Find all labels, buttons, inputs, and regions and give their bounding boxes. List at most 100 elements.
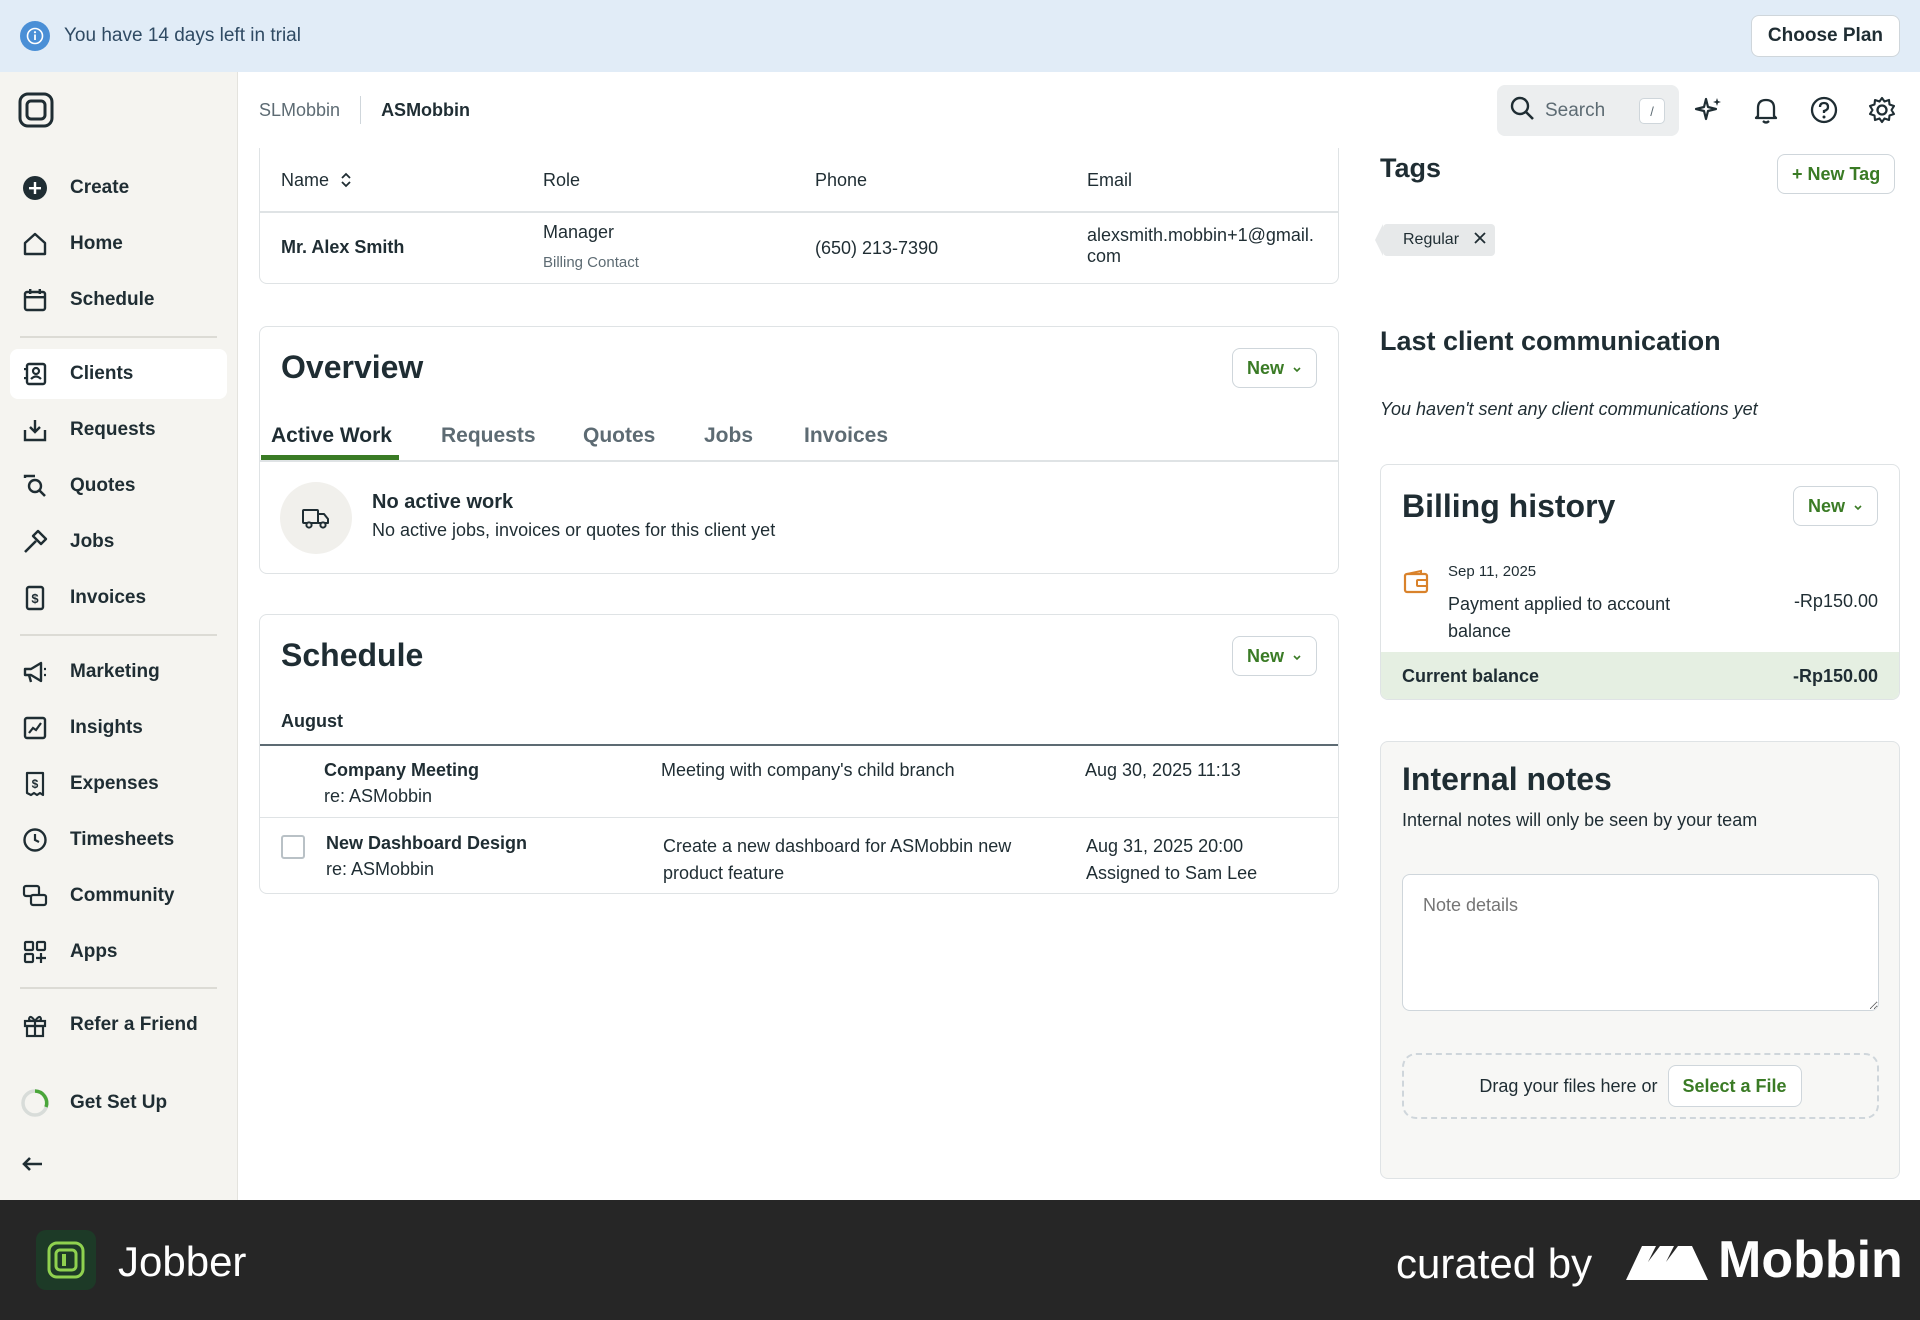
sidebar-item-get-set-up[interactable]: Get Set Up xyxy=(10,1078,227,1128)
progress-ring-icon xyxy=(20,1088,50,1118)
tags-title: Tags xyxy=(1380,153,1442,183)
sidebar-item-jobs[interactable]: Jobs xyxy=(10,517,227,567)
choose-plan-button[interactable]: Choose Plan xyxy=(1750,15,1900,57)
visit-title: Company Meeting xyxy=(324,760,480,780)
sidebar-item-insights[interactable]: Insights xyxy=(10,703,227,753)
search-input[interactable]: Search / xyxy=(1497,85,1679,136)
schedule-card: Schedule New August Company Meeting re: … xyxy=(259,614,1339,894)
contact-name[interactable]: Mr. Alex Smith xyxy=(281,237,404,258)
sparkle-icon[interactable] xyxy=(1691,92,1727,128)
sidebar-item-label: Quotes xyxy=(70,475,136,496)
overview-new-button[interactable]: New xyxy=(1231,348,1317,388)
collapse-sidebar-button[interactable] xyxy=(10,1139,60,1189)
svg-text:$: $ xyxy=(31,591,39,606)
communication-empty-text: You haven't sent any client communicatio… xyxy=(1380,399,1758,419)
help-icon[interactable] xyxy=(1806,92,1842,128)
new-tag-button[interactable]: + New Tag xyxy=(1777,154,1896,194)
billing-new-button[interactable]: New xyxy=(1792,486,1878,526)
sidebar-item-label: Requests xyxy=(70,419,156,440)
sidebar-item-label: Home xyxy=(70,233,123,254)
breadcrumb: SLMobbin ASMobbin xyxy=(259,90,470,130)
column-header-email: Email xyxy=(1087,170,1133,190)
sidebar-item-marketing[interactable]: Marketing xyxy=(10,647,227,697)
search-placeholder: Search xyxy=(1545,99,1606,121)
sidebar-item-expenses[interactable]: $ Expenses xyxy=(10,759,227,809)
apps-icon xyxy=(20,937,50,967)
plus-circle-icon xyxy=(20,173,50,203)
table-row[interactable]: New Dashboard Design re: ASMobbin Create… xyxy=(260,819,1338,893)
sidebar-item-label: Clients xyxy=(70,363,134,384)
tag-chip: Regular xyxy=(1374,224,1496,256)
communication-title: Last client communication xyxy=(1380,326,1721,356)
select-file-button[interactable]: Select a File xyxy=(1667,1065,1802,1107)
home-icon xyxy=(20,229,50,259)
contact-phone[interactable]: (650) 213-7390 xyxy=(815,238,938,259)
sort-icon xyxy=(334,170,352,190)
active-tab-indicator xyxy=(261,455,399,460)
sidebar-item-create[interactable]: Create xyxy=(10,163,227,213)
sidebar-item-label: Timesheets xyxy=(70,829,175,850)
footer: Jobber curated by Mobbin xyxy=(0,1200,1920,1320)
chevron-down-icon xyxy=(1853,496,1863,517)
tab-invoices[interactable]: Invoices xyxy=(804,424,888,448)
trial-banner: You have 14 days left in trial Choose Pl… xyxy=(0,0,1920,72)
svg-text:$: $ xyxy=(32,777,39,791)
sidebar-item-label: Community xyxy=(70,885,175,906)
chevron-down-icon xyxy=(1292,358,1302,379)
task-description: Create a new dashboard for ASMobbin new p… xyxy=(663,836,1012,883)
sidebar-item-schedule[interactable]: Schedule xyxy=(10,275,227,325)
table-row[interactable]: Company Meeting re: ASMobbin Meeting wit… xyxy=(260,746,1338,818)
visit-subtitle: re: ASMobbin xyxy=(324,786,433,806)
file-drop-zone[interactable]: Drag your files here or Select a File xyxy=(1402,1053,1879,1119)
sidebar-item-label: Invoices xyxy=(70,587,147,608)
sidebar-item-refer-a-friend[interactable]: Refer a Friend xyxy=(10,1000,227,1050)
megaphone-icon xyxy=(20,657,50,687)
chart-icon xyxy=(20,713,50,743)
sidebar-item-clients[interactable]: Clients xyxy=(10,349,227,399)
jobber-logo-icon[interactable] xyxy=(18,92,54,128)
quotes-icon xyxy=(20,471,50,501)
notes-subtitle: Internal notes will only be seen by your… xyxy=(1402,810,1758,830)
info-icon xyxy=(20,21,50,51)
chat-icon xyxy=(20,881,50,911)
sidebar-item-apps[interactable]: Apps xyxy=(10,927,227,977)
task-checkbox[interactable] xyxy=(281,835,305,859)
tab-active-work[interactable]: Active Work xyxy=(271,424,392,448)
visit-description: Meeting with company's child branch xyxy=(661,760,955,780)
arrow-left-icon xyxy=(20,1149,46,1179)
close-icon[interactable] xyxy=(1473,231,1487,250)
gear-icon[interactable] xyxy=(1864,92,1900,128)
empty-state-title: No active work xyxy=(372,491,514,513)
bell-icon[interactable] xyxy=(1748,92,1784,128)
notes-title: Internal notes xyxy=(1402,761,1612,797)
contact-email[interactable]: alexsmith.mobbin+1@gmail. com xyxy=(1087,225,1314,267)
tab-quotes[interactable]: Quotes xyxy=(583,424,655,448)
column-header-name[interactable]: Name xyxy=(281,170,352,191)
sidebar-item-home[interactable]: Home xyxy=(10,219,227,269)
tab-jobs[interactable]: Jobs xyxy=(704,424,753,448)
schedule-new-button[interactable]: New xyxy=(1231,636,1317,676)
sidebar-item-label: Marketing xyxy=(70,661,160,682)
trial-text: You have 14 days left in trial xyxy=(64,25,301,46)
task-subtitle: re: ASMobbin xyxy=(326,859,435,879)
sidebar-divider xyxy=(20,987,217,989)
contact-role: Manager xyxy=(543,222,615,242)
sidebar-item-community[interactable]: Community xyxy=(10,871,227,921)
sidebar-item-quotes[interactable]: Quotes xyxy=(10,461,227,511)
sidebar-item-timesheets[interactable]: Timesheets xyxy=(10,815,227,865)
gift-icon xyxy=(20,1010,50,1040)
sidebar-item-label: Create xyxy=(70,177,130,198)
note-details-input[interactable] xyxy=(1402,874,1879,1011)
breadcrumb-first[interactable]: SLMobbin xyxy=(259,96,362,124)
clients-icon xyxy=(20,359,50,389)
tab-requests[interactable]: Requests xyxy=(441,424,536,448)
drop-zone-text: Drag your files here or xyxy=(1479,1075,1658,1096)
tag-label: Regular xyxy=(1403,231,1460,248)
sidebar-item-invoices[interactable]: $ Invoices xyxy=(10,573,227,623)
jobber-logo-icon xyxy=(36,1230,96,1290)
contact-role-sub: Billing Contact xyxy=(543,254,639,271)
hammer-icon xyxy=(20,527,50,557)
sidebar-item-requests[interactable]: Requests xyxy=(10,405,227,455)
sidebar-divider xyxy=(20,336,217,338)
breadcrumb-current: ASMobbin xyxy=(381,99,471,120)
